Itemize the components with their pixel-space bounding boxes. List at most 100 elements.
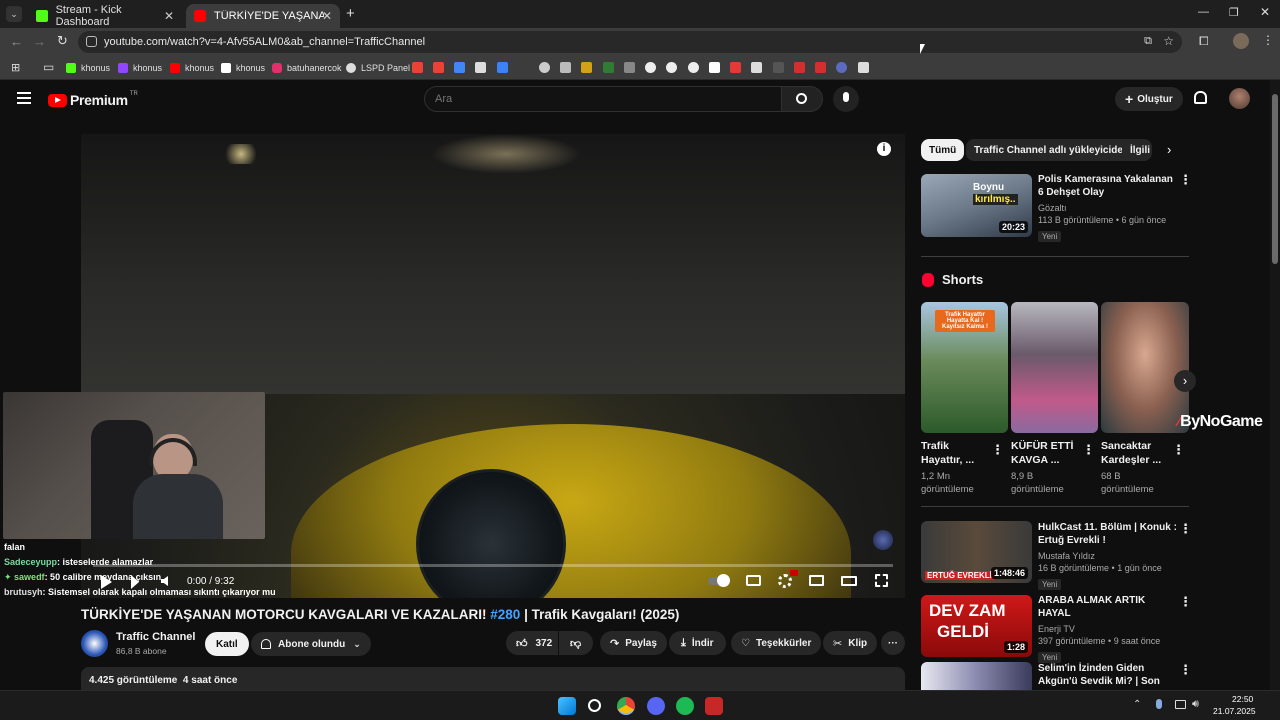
tab-youtube-video[interactable]: TÜRKİYE'DE YAŞANAN MOTORC ✕ xyxy=(186,4,340,28)
related-video-info[interactable]: Selim'in İzinden Giden Akgün'ü Sevdik Mi… xyxy=(1038,662,1178,690)
bookmark-item[interactable]: khonus xyxy=(118,61,162,75)
shorts-next-button[interactable]: › xyxy=(1174,370,1196,392)
bookmark-icon[interactable] xyxy=(730,62,741,73)
short-thumbnail[interactable] xyxy=(1101,302,1189,433)
youtube-logo[interactable]: Premium TR xyxy=(48,91,138,108)
channel-watermark-icon[interactable] xyxy=(873,530,893,550)
short-info[interactable]: Trafik Hayattır, ... 1,2 Mn görüntüleme xyxy=(921,439,991,496)
close-tab-icon[interactable]: ✕ xyxy=(164,9,174,23)
bookmark-item[interactable]: khonus xyxy=(221,61,265,75)
voice-search-button[interactable] xyxy=(833,86,859,112)
related-video-thumbnail[interactable]: ERTUĞ EVREKLİ 1:48:46 xyxy=(921,521,1032,583)
gmail-icon[interactable] xyxy=(412,62,423,73)
search-input[interactable] xyxy=(435,93,765,105)
discord-icon[interactable] xyxy=(647,697,665,715)
download-button[interactable]: ⤓ İndir xyxy=(669,631,726,655)
minimize-button[interactable]: — xyxy=(1198,6,1209,18)
thanks-button[interactable]: ♡ Teşekkürler xyxy=(731,631,822,655)
title-hashtag[interactable]: #280 xyxy=(490,607,520,622)
url-field[interactable]: youtube.com/watch?v=4-Afv55ALM0&ab_chann… xyxy=(78,31,1182,53)
search-button[interactable] xyxy=(781,86,823,112)
dislike-button[interactable]: 👎︎ xyxy=(559,631,593,655)
video-menu-icon[interactable]: ⋮ xyxy=(1179,521,1192,537)
bookmark-icon[interactable] xyxy=(603,62,614,73)
short-thumbnail[interactable]: Trafik Hayattır Hayatta Kal ! Kayıtsız K… xyxy=(921,302,1008,433)
chips-next-arrow-icon[interactable]: › xyxy=(1167,142,1171,157)
share-button[interactable]: ↷ Paylaş xyxy=(600,631,667,655)
bookmark-icon[interactable] xyxy=(815,62,826,73)
bookmark-icon[interactable] xyxy=(794,62,805,73)
subtitles-icon[interactable] xyxy=(746,575,761,586)
clip-button[interactable]: ✂ Klip xyxy=(823,631,878,655)
notifications-bell-icon[interactable] xyxy=(1194,91,1207,104)
autoplay-toggle[interactable] xyxy=(708,574,730,587)
bookmark-icon[interactable] xyxy=(645,62,656,73)
hamburger-menu-icon[interactable] xyxy=(17,92,31,104)
miniplayer-icon[interactable] xyxy=(809,575,824,586)
close-tab-icon[interactable]: ✕ xyxy=(322,9,332,23)
site-info-icon[interactable] xyxy=(86,36,97,47)
bookmark-icon[interactable] xyxy=(475,62,486,73)
tray-mic-icon[interactable] xyxy=(1156,699,1162,709)
channel-avatar[interactable] xyxy=(81,630,108,657)
scrollbar-thumb[interactable] xyxy=(1272,94,1278,264)
like-button[interactable]: 👍︎ 372 xyxy=(506,631,558,655)
taskbar-search-icon[interactable] xyxy=(588,699,601,712)
related-video-info[interactable]: HulkCast 11. Bölüm | Konuk : Ertuğ Evrek… xyxy=(1038,521,1178,592)
tray-volume-icon[interactable]: 🔊︎ xyxy=(1192,698,1199,711)
description-box[interactable]: 4.425 görüntüleme 4 saat önce xyxy=(81,667,905,690)
chrome-icon[interactable] xyxy=(617,697,635,715)
short-thumbnail[interactable] xyxy=(1011,302,1098,433)
video-menu-icon[interactable]: ⋮ xyxy=(1179,662,1192,678)
gmail-icon[interactable] xyxy=(433,62,444,73)
theater-mode-icon[interactable] xyxy=(841,576,857,586)
short-menu-icon[interactable]: ⋮ xyxy=(1172,442,1185,458)
restore-button[interactable]: ❐ xyxy=(1229,6,1239,19)
channel-name[interactable]: Traffic Channel xyxy=(116,631,195,643)
related-video-info[interactable]: ARABA ALMAK ARTIK HAYAL Enerji TV 397 gö… xyxy=(1038,594,1178,665)
fullscreen-icon[interactable] xyxy=(875,574,888,587)
volume-icon[interactable] xyxy=(161,576,168,586)
bookmark-icon[interactable] xyxy=(709,62,720,73)
forward-icon[interactable]: → xyxy=(33,34,46,49)
profile-avatar[interactable] xyxy=(1233,33,1249,49)
info-icon[interactable]: i xyxy=(877,142,891,156)
bookmark-item[interactable]: khonus xyxy=(66,61,110,75)
windows-start-icon[interactable] xyxy=(558,697,576,715)
short-info[interactable]: KÜFÜR ETTİ KAVGA ... 8,9 B görüntüleme xyxy=(1011,439,1081,496)
new-tab-button[interactable]: + xyxy=(346,5,355,22)
bookmark-icon[interactable] xyxy=(666,62,677,73)
chip-related[interactable]: İlgili xyxy=(1122,139,1152,161)
chip-from-uploader[interactable]: Traffic Channel adlı yükleyiciden xyxy=(966,139,1138,161)
bookmark-item[interactable]: batuhanercok xyxy=(272,61,342,75)
page-scrollbar[interactable] xyxy=(1270,80,1280,690)
bookmark-icon[interactable] xyxy=(581,62,592,73)
bookmark-icon[interactable] xyxy=(858,62,869,73)
related-video-info[interactable]: Polis Kamerasına Yakalanan 6 Dehşet Olay… xyxy=(1038,173,1178,244)
settings-gear-icon[interactable] xyxy=(778,570,798,588)
bookmark-item[interactable]: khonus xyxy=(170,61,214,75)
related-video-thumbnail[interactable]: DEV ZAM GELDİ 1:28 xyxy=(921,595,1032,657)
apps-icon[interactable]: ⊞ xyxy=(11,61,20,74)
create-button[interactable]: + Oluştur xyxy=(1115,87,1183,111)
short-menu-icon[interactable]: ⋮ xyxy=(991,442,1004,458)
close-window-button[interactable]: ✕ xyxy=(1260,5,1270,19)
clock-time[interactable]: 22:50 xyxy=(1232,694,1253,704)
more-actions-button[interactable]: ··· xyxy=(881,631,905,655)
bookmark-icon[interactable] xyxy=(836,62,847,73)
bookmark-star-icon[interactable]: ☆ xyxy=(1163,34,1174,48)
cast-icon[interactable]: ⧉ xyxy=(1144,35,1152,48)
back-icon[interactable]: ← xyxy=(10,34,23,49)
extensions-icon[interactable]: ⧠ xyxy=(1199,34,1209,49)
clock-date[interactable]: 21.07.2025 xyxy=(1213,706,1256,716)
join-button[interactable]: Katıl xyxy=(205,632,249,656)
app-icon[interactable] xyxy=(705,697,723,715)
bookmark-icon[interactable] xyxy=(688,62,699,73)
menu-icon[interactable]: ⋮ xyxy=(1262,33,1274,47)
bookmark-icon[interactable] xyxy=(624,62,635,73)
account-avatar[interactable] xyxy=(1229,88,1250,109)
subscribed-button[interactable]: Abone olundu ⌄ xyxy=(251,632,371,656)
tray-chevron-icon[interactable]: ⌃ xyxy=(1133,699,1141,710)
bookmark-item[interactable]: LSPD Panel xyxy=(346,61,410,75)
reload-icon[interactable]: ↻ xyxy=(57,33,68,49)
